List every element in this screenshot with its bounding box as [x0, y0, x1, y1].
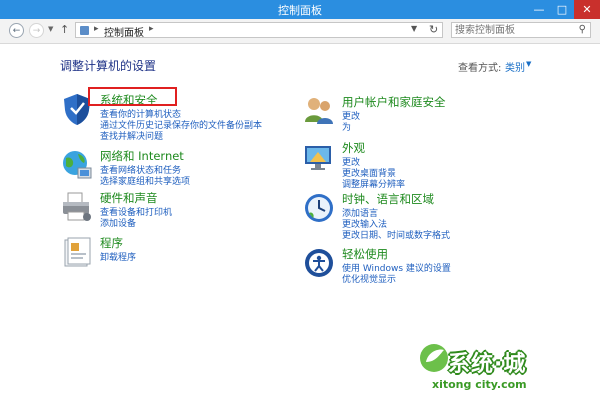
search-input[interactable] [455, 23, 570, 37]
category-heading[interactable]: 硬件和声音 [100, 190, 158, 206]
control-panel-window: 控制面板 — □ ✕ ← → ▼ ↑ ▸ 控制面板 ▸ ▼ ↻ ⚲ 调整计算机的… [0, 0, 600, 413]
category-link[interactable]: 选择家庭组和共享选项 [100, 174, 190, 187]
printer-icon[interactable] [60, 190, 94, 224]
maximize-button[interactable]: □ [551, 0, 573, 19]
up-arrow-icon[interactable]: ↑ [60, 23, 69, 36]
users-icon[interactable] [302, 94, 336, 128]
logo-url-text: xitong city.com [432, 378, 527, 391]
page-title: 调整计算机的设置 [60, 59, 157, 73]
title-bar[interactable]: 控制面板 — □ ✕ [0, 0, 600, 19]
site-logo: 系统·城 xitong city.com [410, 332, 600, 413]
view-by-label: 查看方式: [458, 63, 502, 74]
category-link[interactable]: 查找并解决问题 [100, 129, 163, 142]
programs-icon[interactable] [60, 235, 94, 269]
category-heading[interactable]: 程序 [100, 235, 123, 251]
refresh-icon[interactable]: ↻ [429, 23, 438, 36]
category-link[interactable]: 为 [342, 120, 351, 133]
address-bar: ← → ▼ ↑ ▸ 控制面板 ▸ ▼ ↻ ⚲ [0, 19, 600, 44]
category-heading[interactable]: 网络和 Internet [100, 148, 184, 164]
control-panel-icon [80, 26, 89, 35]
minimize-button[interactable]: — [528, 0, 550, 19]
address-history-dropdown-icon[interactable]: ▼ [411, 24, 417, 33]
highlight-annotation [88, 87, 177, 106]
category-link[interactable]: 优化视觉显示 [342, 272, 396, 285]
monitor-icon[interactable] [302, 140, 336, 174]
recent-pages-dropdown-icon[interactable]: ▼ [48, 25, 53, 33]
clock-globe-icon[interactable] [302, 191, 336, 225]
search-icon[interactable]: ⚲ [579, 24, 586, 35]
category-link[interactable]: 卸载程序 [100, 250, 136, 263]
watermark-overlay [395, 145, 570, 175]
breadcrumb-control-panel[interactable]: 控制面板 [104, 24, 144, 39]
forward-button[interactable]: → [29, 23, 44, 38]
category-link[interactable]: 更改日期、时间或数字格式 [342, 228, 450, 241]
category-heading[interactable]: 外观 [342, 140, 365, 156]
leaf-logo-icon [420, 344, 448, 372]
close-button[interactable]: ✕ [574, 0, 600, 19]
breadcrumb-chevron-icon[interactable]: ▸ [149, 24, 154, 34]
ease-of-access-icon[interactable] [302, 246, 336, 280]
category-link[interactable]: 添加设备 [100, 216, 136, 229]
category-heading[interactable]: 轻松使用 [342, 246, 388, 262]
globe-icon[interactable] [60, 148, 94, 182]
category-link[interactable]: 调整屏幕分辨率 [342, 177, 405, 190]
search-box[interactable]: ⚲ [451, 22, 591, 38]
logo-brand-text: 系统·城 [448, 352, 527, 377]
category-heading[interactable]: 用户帐户和家庭安全 [342, 94, 446, 110]
chevron-down-icon[interactable]: ▼ [526, 60, 531, 68]
breadcrumb-separator-icon[interactable]: ▸ [94, 24, 99, 34]
address-field[interactable]: ▸ 控制面板 ▸ ▼ ↻ [75, 22, 443, 39]
back-button[interactable]: ← [9, 23, 24, 38]
window-title: 控制面板 [278, 4, 322, 17]
view-by-dropdown[interactable]: 类别 [505, 59, 525, 74]
category-heading[interactable]: 时钟、语言和区域 [342, 191, 434, 207]
